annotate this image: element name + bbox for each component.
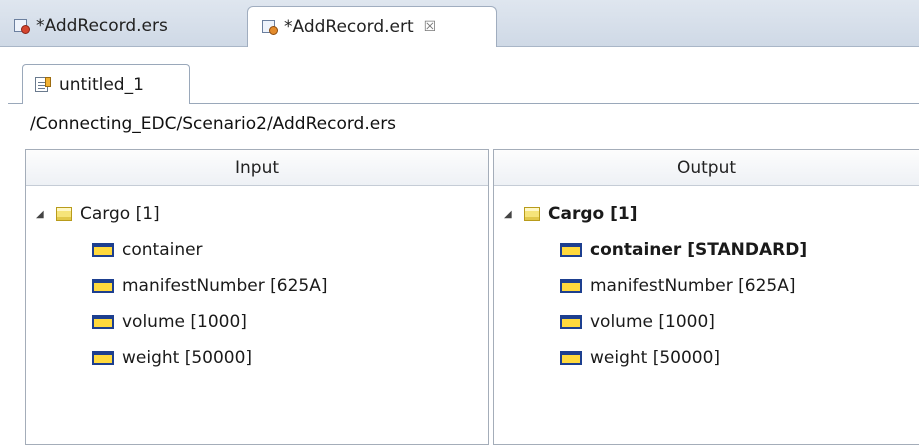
editor-tab-bar: *AddRecord.ers *AddRecord.ert ☒ [0, 0, 919, 47]
input-header: Input [26, 150, 488, 186]
tree-node-label: container [122, 240, 203, 260]
field-icon [560, 315, 582, 329]
tree-node-label: volume [1000] [590, 312, 715, 332]
input-field-container[interactable]: container [26, 232, 488, 268]
input-field-manifestnumber[interactable]: manifestNumber [625A] [26, 268, 488, 304]
tree-node-label: volume [1000] [122, 312, 247, 332]
record-folder-icon [524, 207, 540, 221]
field-icon [560, 279, 582, 293]
tree-node-label: Cargo [1] [548, 204, 638, 224]
tree-node-label: Cargo [1] [80, 204, 160, 224]
inner-tab-label: untitled_1 [59, 74, 144, 95]
tab-untitled-1[interactable]: untitled_1 [22, 64, 190, 104]
input-panel: Input ◢ Cargo [1] container manifestNumb… [25, 149, 489, 445]
field-icon [92, 315, 114, 329]
expand-triangle-icon[interactable]: ◢ [504, 209, 518, 220]
file-path: /Connecting_EDC/Scenario2/AddRecord.ers [30, 114, 397, 134]
output-field-container[interactable]: container [STANDARD] [494, 232, 919, 268]
editor-tab-label: *AddRecord.ers [36, 16, 168, 36]
tree-node-label: manifestNumber [625A] [590, 276, 796, 296]
input-tree: ◢ Cargo [1] container manifestNumber [62… [26, 186, 488, 376]
tree-node-label: container [STANDARD] [590, 240, 808, 260]
ers-file-icon [14, 18, 30, 34]
field-icon [92, 243, 114, 257]
output-field-manifestnumber[interactable]: manifestNumber [625A] [494, 268, 919, 304]
editor-tab-label: *AddRecord.ert [284, 17, 414, 37]
output-tree: ◢ Cargo [1] container [STANDARD] manifes… [494, 186, 919, 376]
input-tree-root-cargo[interactable]: ◢ Cargo [1] [26, 196, 488, 232]
field-icon [92, 279, 114, 293]
output-tree-root-cargo[interactable]: ◢ Cargo [1] [494, 196, 919, 232]
output-header: Output [494, 150, 919, 186]
field-icon [560, 351, 582, 365]
output-field-volume[interactable]: volume [1000] [494, 304, 919, 340]
output-field-weight[interactable]: weight [50000] [494, 340, 919, 376]
record-folder-icon [56, 207, 72, 221]
document-icon [35, 76, 51, 93]
close-tab-icon[interactable]: ☒ [424, 19, 437, 35]
editor-tab-addrecord-ers[interactable]: *AddRecord.ers [6, 6, 242, 46]
tree-node-label: weight [50000] [590, 348, 721, 368]
input-field-volume[interactable]: volume [1000] [26, 304, 488, 340]
tree-node-label: manifestNumber [625A] [122, 276, 328, 296]
inner-tab-bar: untitled_1 [8, 64, 919, 104]
ert-file-icon [262, 19, 278, 35]
tree-node-label: weight [50000] [122, 348, 253, 368]
expand-triangle-icon[interactable]: ◢ [36, 209, 50, 220]
input-field-weight[interactable]: weight [50000] [26, 340, 488, 376]
output-panel: Output ◢ Cargo [1] container [STANDARD] … [493, 149, 919, 445]
editor-tab-addrecord-ert[interactable]: *AddRecord.ert ☒ [247, 6, 497, 47]
field-icon [92, 351, 114, 365]
field-icon [560, 243, 582, 257]
